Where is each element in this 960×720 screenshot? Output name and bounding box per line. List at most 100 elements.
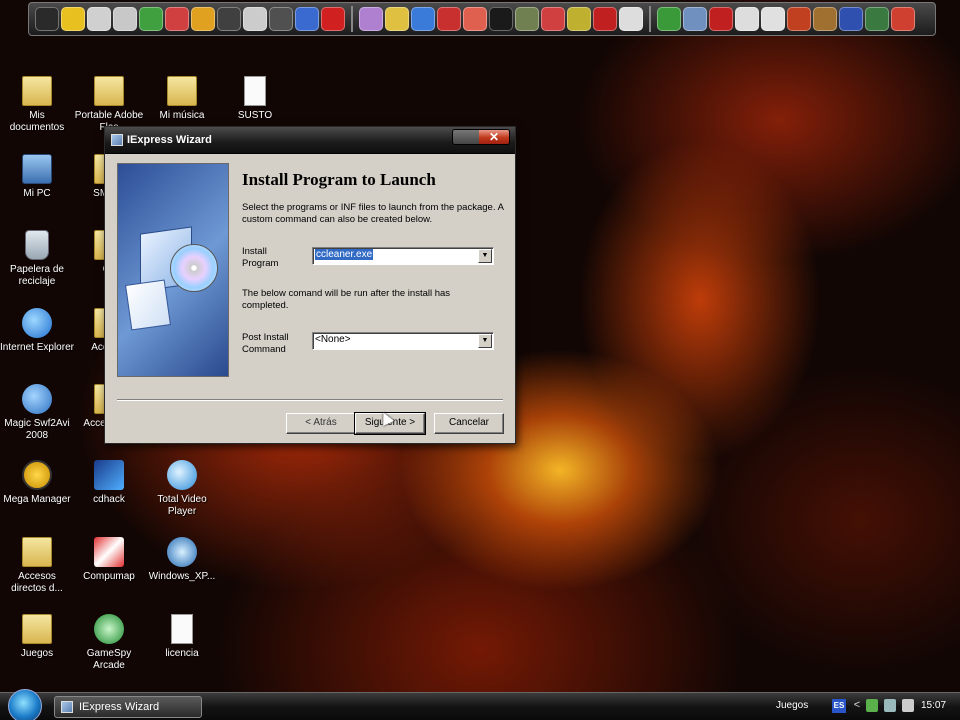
circle-icon[interactable] [321,7,345,31]
globe2-icon[interactable] [657,7,681,31]
desktop-icon-label: Mis documentos [9,110,65,133]
paint-icon[interactable] [463,7,487,31]
desktop-icon[interactable]: Total Video Player [145,460,219,518]
globe-icon[interactable] [411,7,435,31]
taskbar-window-label: IExpress Wizard [79,701,160,713]
desktop-icon-label: GameSpy Arcade [86,648,132,671]
page-heading: Install Program to Launch [242,170,436,189]
folder-icon [22,76,52,106]
post-install-note: The below comand will be run after the i… [242,288,451,311]
linux-icon[interactable] [217,7,241,31]
desktop-icon[interactable]: SUSTO [218,76,292,122]
star-icon[interactable] [489,7,513,31]
ie-icon [22,308,52,338]
file-icon [171,614,193,644]
help-button[interactable] [453,130,479,144]
desktop-icon-label: Total Video Player [157,494,207,517]
desktop-icon-label: Mi música [159,110,205,121]
desktop-icon[interactable]: Mi música [145,76,219,122]
post-install-label: Post Install Command [242,332,289,355]
post-install-value: <None> [315,334,351,345]
desktop-icon[interactable]: Mega Manager [0,460,74,506]
mega-icon [22,460,52,490]
desktop-icon[interactable]: Mi PC [0,154,74,200]
language-indicator[interactable]: ES [832,699,846,713]
desktop-icon[interactable]: cdhack [72,460,146,506]
net-icon[interactable] [865,7,889,31]
paper-shape [124,279,172,331]
desktop-icon[interactable]: Juegos [0,614,74,660]
flag-icon[interactable] [113,7,137,31]
mushroom-icon[interactable] [165,7,189,31]
ball-icon[interactable] [839,7,863,31]
plane-icon[interactable] [295,7,319,31]
desktop-icon-label: Mega Manager [3,494,71,505]
iexpress-wizard-dialog: IExpress Wizard ✕ Install Program to Lau… [104,126,516,444]
bin-icon [25,230,49,260]
desktop-icon[interactable]: Internet Explorer [0,308,74,354]
warrior-icon[interactable] [787,7,811,31]
volume-icon[interactable] [902,699,914,712]
folder-icon [94,76,124,106]
desktop-icon-label: Mi PC [23,188,51,199]
desktop-icon-label: Windows_XP... [148,571,216,582]
compumap-icon [94,537,124,567]
dropdown-arrow-icon[interactable]: ▼ [478,334,492,348]
desktop-icon[interactable]: Papelera de reciclaje [0,230,74,288]
desktop-icon[interactable]: GameSpy Arcade [72,614,146,672]
close-button[interactable]: ✕ [479,130,509,144]
network-icon[interactable] [884,699,896,712]
folder-icon [22,614,52,644]
disc-icon[interactable] [87,7,111,31]
desktop-icon[interactable]: Accesos directos d... [0,537,74,595]
orb-icon[interactable] [891,7,915,31]
install-program-combo[interactable]: ccleaner.exe ▼ [312,247,494,265]
back-button[interactable]: < Atrás [286,413,356,434]
desktop-icon-label: Juegos [20,648,54,659]
top-dock [28,2,936,36]
nes-icon[interactable] [35,7,59,31]
feather-icon[interactable] [359,7,383,31]
car-icon[interactable] [437,7,461,31]
dock-separator [649,6,651,32]
film-icon[interactable] [243,7,267,31]
folder-icon [167,76,197,106]
map-icon[interactable] [683,7,707,31]
desktop-icon[interactable]: licencia [145,614,219,660]
taskbar-window-button[interactable]: IExpress Wizard [54,696,202,718]
desktop-icon-label: Internet Explorer [0,342,74,353]
tool-icon[interactable] [191,7,215,31]
ninja-icon[interactable] [269,7,293,31]
desktop-icon[interactable]: Compumap [72,537,146,583]
file-icon [244,76,266,106]
install-program-label: Install Program [242,246,279,269]
wolf-icon[interactable] [619,7,643,31]
stop-icon[interactable] [593,7,617,31]
cursor-icon[interactable] [709,7,733,31]
camera-icon[interactable] [385,7,409,31]
desktop-icon-label: Compumap [83,571,135,582]
install-program-value: ccleaner.exe [315,249,374,260]
cancel-button[interactable]: Cancelar [434,413,504,434]
wave-icon[interactable] [813,7,837,31]
monkey-icon[interactable] [761,7,785,31]
winxp-icon [167,537,197,567]
tray-expand-chevron-icon[interactable]: < [851,699,863,712]
desktop-icon-label: Papelera de reciclaje [10,264,64,287]
divider [117,399,503,401]
ninja2-icon[interactable] [515,7,539,31]
post-install-combo[interactable]: <None> ▼ [312,332,494,350]
cd-icon[interactable] [61,7,85,31]
desktop-icon[interactable]: Mis documentos [0,76,74,134]
start-button[interactable] [8,689,42,720]
plant-icon[interactable] [139,7,163,31]
flash-icon[interactable] [541,7,565,31]
desktop-icon[interactable]: Windows_XP... [145,537,219,583]
clock[interactable]: 15:07 [921,700,946,711]
player-icon[interactable] [567,7,591,31]
toolbar-label-juegos[interactable]: Juegos [776,700,808,711]
desktop-icon[interactable]: Magic Swf2Avi 2008 [0,384,74,442]
tray-app-icon[interactable] [866,699,878,712]
dropdown-arrow-icon[interactable]: ▼ [478,249,492,263]
disc2-icon[interactable] [735,7,759,31]
